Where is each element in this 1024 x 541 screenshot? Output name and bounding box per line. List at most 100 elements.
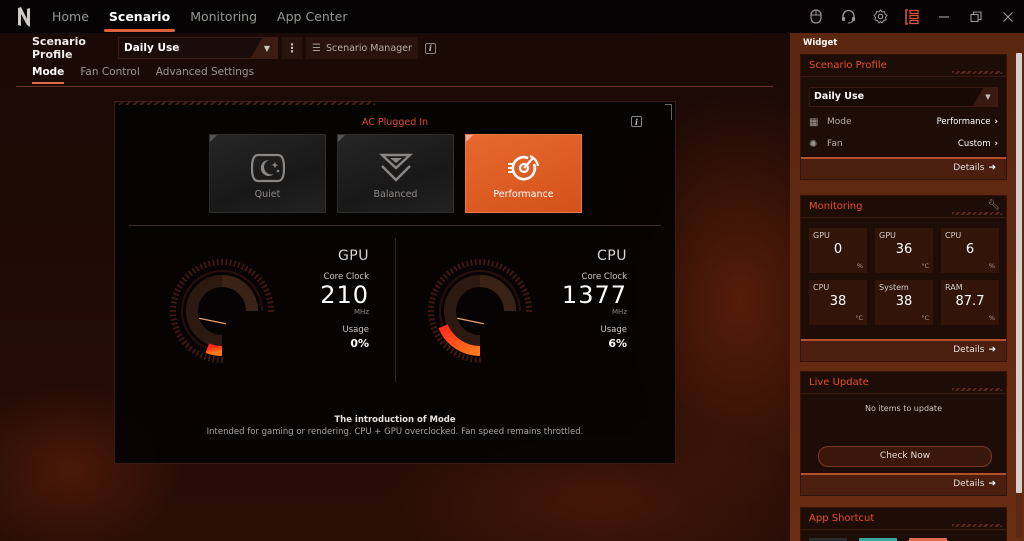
tile-value: 6 bbox=[965, 242, 975, 257]
arrow-right-icon: ➜ bbox=[988, 163, 996, 173]
gauge-tick bbox=[184, 273, 191, 280]
gauge-tick bbox=[434, 284, 441, 289]
gauge-tick bbox=[429, 322, 436, 326]
gauge-tick bbox=[178, 280, 185, 286]
gauge-tick bbox=[187, 270, 194, 277]
gauge-tick bbox=[174, 288, 181, 293]
tile-unit: % bbox=[856, 262, 863, 270]
mouse-icon[interactable] bbox=[800, 0, 832, 33]
mode-panel: AC Plugged In i Quiet Balanced Performan… bbox=[114, 101, 676, 464]
gauge-tick bbox=[171, 296, 178, 300]
gauge-tick bbox=[439, 276, 446, 283]
grid-icon: ▦ bbox=[809, 116, 819, 128]
minimize-icon[interactable] bbox=[928, 0, 960, 33]
gauge-tick bbox=[470, 356, 473, 363]
intro-title: The introduction of Mode bbox=[334, 415, 456, 425]
top-bar: Home Scenario Monitoring App Center bbox=[0, 0, 1024, 33]
widget-fan-row[interactable]: ✺ Fan Custom › bbox=[801, 133, 1006, 155]
widget-live-update-details-link[interactable]: Details ➜ bbox=[801, 473, 1006, 495]
monitor-tile-system-temp: System 38 °C bbox=[875, 280, 933, 325]
intro-description: Intended for gaming or rendering. CPU + … bbox=[206, 427, 584, 437]
widget-live-update-title: Live Update bbox=[801, 372, 1006, 394]
widget-fan-value-wrap: Custom › bbox=[958, 139, 998, 149]
widget-scrollbar-thumb[interactable] bbox=[1016, 53, 1022, 493]
check-now-button[interactable]: Check Now bbox=[818, 446, 992, 467]
more-options-button[interactable]: ⋮ bbox=[282, 37, 302, 59]
gauge-tick bbox=[236, 261, 241, 269]
gauge-tick bbox=[240, 263, 245, 270]
gauge-tick bbox=[263, 288, 270, 293]
nav-scenario[interactable]: Scenario bbox=[99, 0, 180, 33]
gauge-tick bbox=[465, 355, 469, 362]
widget-scenario-profile-title: Scenario Profile bbox=[801, 55, 1006, 77]
arrow-right-icon: ➜ bbox=[988, 479, 996, 489]
gauge-tick bbox=[229, 259, 232, 266]
chevron-down-icon: ▼ bbox=[973, 88, 997, 106]
nav-app-center[interactable]: App Center bbox=[267, 0, 357, 33]
gauge-tick bbox=[436, 336, 443, 342]
tile-value: 36 bbox=[895, 242, 913, 257]
monitoring-grid: GPU 0 % GPU 36 °C CPU 6 % CPU 38 °C Syst… bbox=[801, 218, 1006, 325]
gauge-tick bbox=[178, 336, 185, 342]
mode-performance-label: Performance bbox=[493, 189, 554, 200]
gauge-tick bbox=[453, 265, 458, 272]
gauge-tick bbox=[174, 329, 181, 334]
chevron-right-icon: › bbox=[994, 117, 998, 127]
gauge-tick bbox=[428, 318, 435, 321]
mode-performance-button[interactable]: Performance bbox=[465, 134, 582, 213]
gauge-tick bbox=[525, 301, 532, 304]
gauge-tick bbox=[428, 314, 435, 317]
tile-label: GPU bbox=[879, 231, 896, 240]
tile-unit: °C bbox=[921, 262, 929, 270]
gauge-tick bbox=[436, 280, 443, 286]
gauge-tick bbox=[225, 259, 228, 266]
widget-mode-row[interactable]: ▦ Mode Performance › bbox=[801, 111, 1006, 133]
gauge-tick bbox=[216, 259, 219, 266]
close-icon[interactable] bbox=[992, 0, 1024, 33]
tile-unit: °C bbox=[921, 314, 929, 322]
info-icon[interactable]: i bbox=[424, 42, 436, 54]
widget-monitoring-details-link[interactable]: Details ➜ bbox=[801, 339, 1006, 361]
details-label: Details bbox=[953, 479, 985, 489]
restore-icon[interactable] bbox=[960, 0, 992, 33]
cpu-usage-label: Usage bbox=[600, 325, 627, 335]
chevron-down-icon: ▼ bbox=[251, 38, 277, 58]
mode-balanced-button[interactable]: Balanced bbox=[337, 134, 454, 213]
tab-fan-control[interactable]: Fan Control bbox=[80, 66, 139, 84]
gear-icon[interactable] bbox=[864, 0, 896, 33]
tab-advanced-settings[interactable]: Advanced Settings bbox=[156, 66, 254, 84]
performance-speedometer-icon bbox=[507, 154, 539, 181]
headset-icon[interactable] bbox=[832, 0, 864, 33]
gauge-tick bbox=[266, 296, 273, 300]
gauge-tick bbox=[434, 333, 441, 338]
nav-home[interactable]: Home bbox=[52, 0, 99, 33]
tile-label: RAM bbox=[945, 283, 963, 292]
scenario-profile-dropdown[interactable]: Daily Use ▼ bbox=[118, 37, 278, 59]
gauge-tick bbox=[212, 259, 215, 266]
gauge-tick bbox=[170, 314, 177, 317]
wrench-icon[interactable]: 🔧︎ bbox=[987, 200, 1000, 211]
gauge-tick bbox=[487, 259, 490, 266]
widget-mode-label: Mode bbox=[827, 117, 852, 127]
scenario-manager-button[interactable]: ☰ Scenario Manager bbox=[306, 37, 418, 59]
mode-quiet-button[interactable]: Quiet bbox=[209, 134, 326, 213]
widget-app-shortcut: App Shortcut bbox=[800, 507, 1007, 541]
gauge-tick bbox=[457, 352, 462, 359]
details-label: Details bbox=[953, 163, 985, 173]
nav-monitoring[interactable]: Monitoring bbox=[180, 0, 267, 33]
tabs-divider bbox=[16, 86, 773, 87]
widget-mode-value-wrap: Performance › bbox=[937, 117, 998, 127]
widget-profile-details-link[interactable]: Details ➜ bbox=[801, 157, 1006, 179]
mode-info-icon[interactable]: i bbox=[631, 116, 642, 127]
gauge-tick bbox=[432, 288, 439, 293]
tile-unit: % bbox=[988, 262, 995, 270]
gauge-tick bbox=[191, 348, 197, 355]
gauge-tick bbox=[445, 270, 452, 277]
gauge-tick bbox=[502, 265, 507, 272]
panel-divider bbox=[129, 225, 661, 226]
widget-profile-dropdown[interactable]: Daily Use ▼ bbox=[809, 87, 998, 107]
tab-mode[interactable]: Mode bbox=[32, 66, 65, 84]
gpu-usage-value: 0% bbox=[350, 337, 369, 350]
cpu-core-clock-value: 1377 bbox=[561, 281, 627, 309]
widget-panel-icon[interactable] bbox=[896, 0, 928, 33]
